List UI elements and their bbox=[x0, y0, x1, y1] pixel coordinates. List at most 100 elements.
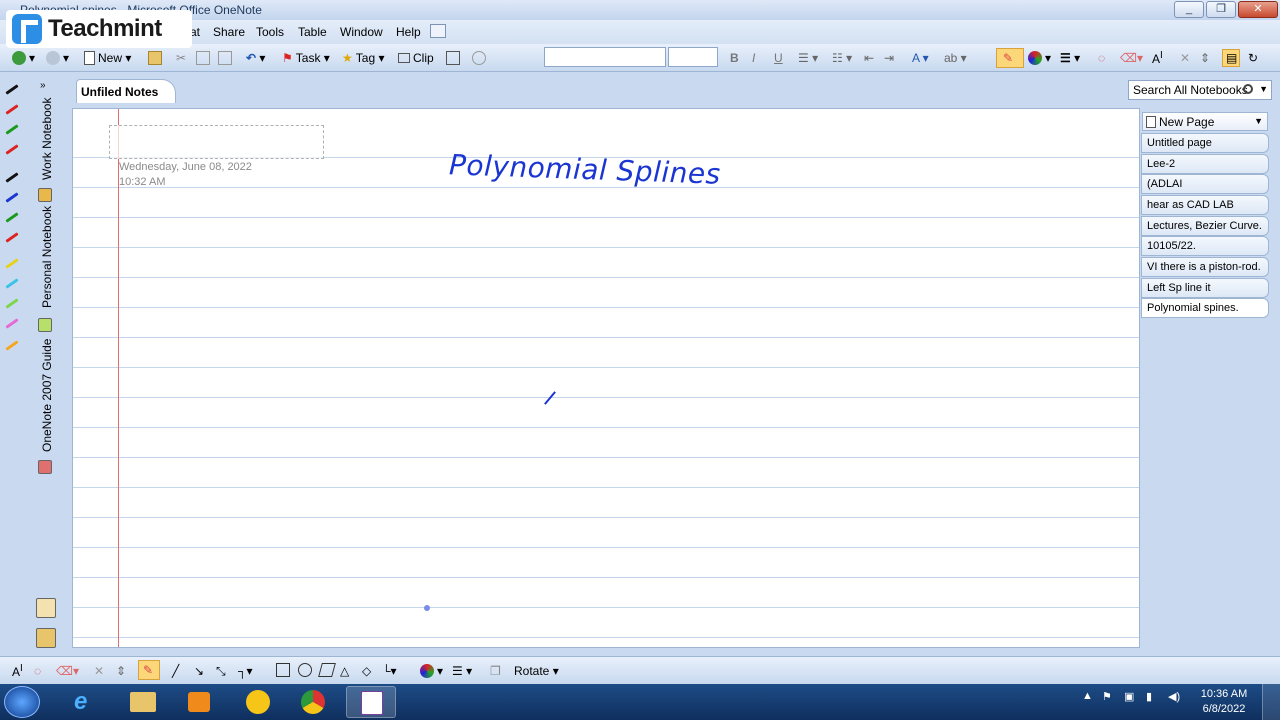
task-button[interactable]: ⚑ Task ▾ bbox=[282, 49, 330, 67]
underline-button[interactable]: U bbox=[774, 49, 783, 67]
green-pen-icon[interactable] bbox=[5, 124, 19, 135]
increase-indent-button[interactable]: ⇥ bbox=[884, 49, 894, 67]
bold-button[interactable]: B bbox=[730, 49, 739, 67]
menu-share[interactable]: Share bbox=[213, 25, 245, 39]
arrange-button[interactable]: ❐ bbox=[490, 662, 501, 680]
draw-text-mode-button[interactable]: AI bbox=[12, 662, 23, 680]
rule-lines-button[interactable]: ▤ bbox=[1222, 49, 1240, 67]
red-pen-icon[interactable] bbox=[5, 104, 19, 115]
double-arrow-tool-button[interactable]: ⤡ bbox=[216, 662, 226, 680]
pen-thickness-button[interactable]: ☰ ▾ bbox=[1060, 49, 1080, 67]
notebook-personal[interactable]: Personal Notebook bbox=[40, 206, 54, 308]
system-clock[interactable]: 10:36 AM 6/8/2022 bbox=[1196, 687, 1252, 717]
app-triangle-icon[interactable] bbox=[232, 686, 282, 718]
arrow-tool-button[interactable]: ↘ bbox=[194, 662, 204, 680]
rectangle-tool-icon[interactable] bbox=[276, 663, 290, 677]
open-button[interactable] bbox=[148, 49, 165, 67]
onenote-taskbar-icon[interactable] bbox=[346, 686, 396, 718]
orange-highlighter-icon[interactable] bbox=[5, 340, 19, 351]
connector-tool-button[interactable]: ┐▾ bbox=[238, 662, 253, 680]
cyan-highlighter-icon[interactable] bbox=[5, 278, 19, 289]
draw-insert-space-button[interactable]: ⇕ bbox=[116, 662, 126, 680]
close-button[interactable]: ✕ bbox=[1238, 1, 1278, 18]
unfiled-notes-icon[interactable] bbox=[36, 598, 56, 618]
bullets-button[interactable]: ☰ ▾ bbox=[798, 49, 818, 67]
show-desktop-button[interactable] bbox=[1262, 684, 1280, 720]
draw-delete-button[interactable]: ✕ bbox=[94, 662, 104, 680]
cut-button[interactable]: ✂ bbox=[176, 49, 186, 67]
tab-unfiled-notes[interactable]: Unfiled Notes bbox=[76, 79, 176, 103]
new-page-button[interactable]: New Page ▼ bbox=[1142, 112, 1268, 131]
research-button[interactable] bbox=[472, 49, 489, 67]
table-button[interactable] bbox=[446, 49, 463, 67]
new-page-dropdown[interactable]: ▼ bbox=[1254, 116, 1263, 126]
search-input[interactable]: Search All Notebooks ▼ bbox=[1128, 80, 1272, 100]
italic-button[interactable]: I bbox=[752, 49, 755, 67]
highlight-button[interactable]: ab ▾ bbox=[944, 49, 967, 67]
pen-selected-button[interactable]: ✎ bbox=[996, 48, 1024, 68]
green-highlighter-icon[interactable] bbox=[5, 298, 19, 309]
restore-button[interactable]: ❐ bbox=[1206, 1, 1236, 18]
rotate-button[interactable]: Rotate ▾ bbox=[514, 662, 559, 680]
yellow-highlighter-icon[interactable] bbox=[5, 258, 19, 269]
font-name-select[interactable] bbox=[544, 47, 666, 67]
copy-button[interactable] bbox=[196, 49, 213, 67]
text-mode-button[interactable]: AI bbox=[1152, 49, 1163, 67]
tag-button[interactable]: ★ Tag ▾ bbox=[342, 49, 384, 67]
ink-to-text-button[interactable]: ↻ bbox=[1248, 49, 1258, 67]
forward-button[interactable]: ▾ bbox=[46, 49, 69, 67]
draw-color-button[interactable]: ▾ bbox=[420, 662, 443, 680]
clip-button[interactable]: Clip bbox=[398, 49, 434, 67]
blue-pen-icon[interactable] bbox=[5, 192, 19, 203]
internet-explorer-icon[interactable]: e bbox=[60, 686, 110, 718]
menu-help[interactable]: Help bbox=[396, 25, 421, 39]
start-button[interactable] bbox=[4, 686, 40, 718]
search-icon[interactable] bbox=[1243, 84, 1253, 94]
pink-highlighter-icon[interactable] bbox=[5, 318, 19, 329]
font-color-button[interactable]: A ▾ bbox=[912, 49, 929, 67]
ellipse-tool-icon[interactable] bbox=[298, 663, 312, 677]
note-page[interactable]: Wednesday, June 08, 2022 10:32 AM Polyno… bbox=[72, 108, 1140, 648]
full-page-view-button[interactable] bbox=[430, 24, 446, 38]
volume-icon[interactable]: ◀) bbox=[1168, 690, 1180, 703]
draw-thickness-button[interactable]: ☰ ▾ bbox=[452, 662, 472, 680]
font-size-select[interactable] bbox=[668, 47, 718, 67]
green-pen-icon-2[interactable] bbox=[5, 212, 19, 223]
paste-button[interactable] bbox=[218, 49, 235, 67]
pen-color-button[interactable]: ▾ bbox=[1028, 49, 1051, 67]
file-explorer-icon[interactable] bbox=[118, 686, 168, 718]
page-tab[interactable]: 10105/22. bbox=[1141, 236, 1269, 256]
page-tab[interactable]: Left Sp line it bbox=[1141, 278, 1269, 298]
notebook-guide[interactable]: OneNote 2007 Guide bbox=[40, 339, 54, 452]
show-hidden-icons[interactable]: ▲ bbox=[1082, 690, 1093, 702]
expand-navigation-icon[interactable]: » bbox=[40, 80, 46, 91]
delete-button[interactable]: ✕ bbox=[1180, 49, 1190, 67]
lasso-button[interactable]: ◌ bbox=[1098, 49, 1105, 67]
action-center-icon[interactable]: ⚑ bbox=[1102, 690, 1112, 703]
new-button[interactable]: New ▾ bbox=[84, 49, 131, 67]
red-pen-icon-2[interactable] bbox=[5, 144, 19, 155]
eraser-button[interactable]: ⌫ ▾ bbox=[1120, 49, 1143, 67]
network-icon[interactable]: ▮ bbox=[1146, 690, 1152, 703]
search-scope-dropdown[interactable]: ▼ bbox=[1259, 84, 1268, 94]
menu-tools[interactable]: Tools bbox=[256, 25, 284, 39]
diamond-tool-button[interactable]: ◇ bbox=[362, 662, 371, 680]
page-tab[interactable]: VI there is a piston-rod. bbox=[1141, 257, 1269, 277]
page-tab-active[interactable]: Polynomial spines. bbox=[1141, 298, 1269, 318]
all-notebooks-icon[interactable] bbox=[36, 628, 56, 648]
page-tab[interactable]: Untitled page bbox=[1141, 133, 1269, 153]
page-tab[interactable]: Lectures, Bezier Curve. bbox=[1141, 216, 1269, 236]
draw-eraser-button[interactable]: ⌫▾ bbox=[56, 662, 79, 680]
menu-table[interactable]: Table bbox=[298, 25, 327, 39]
device-icon[interactable]: ▣ bbox=[1124, 690, 1134, 703]
line-tool-button[interactable]: ╱ bbox=[172, 662, 179, 680]
minimize-button[interactable]: _ bbox=[1174, 1, 1204, 18]
notebook-work[interactable]: Work Notebook bbox=[40, 98, 54, 180]
red-pen-icon-3[interactable] bbox=[5, 232, 19, 243]
handwritten-title[interactable]: Polynomial Splines bbox=[449, 148, 722, 190]
page-tab[interactable]: hear as CAD LAB bbox=[1141, 195, 1269, 215]
black-pen-icon-2[interactable] bbox=[5, 172, 19, 183]
ink-stroke[interactable] bbox=[544, 391, 556, 405]
page-tab[interactable]: Lee-2 bbox=[1141, 154, 1269, 174]
insert-space-button[interactable]: ⇕ bbox=[1200, 49, 1210, 67]
